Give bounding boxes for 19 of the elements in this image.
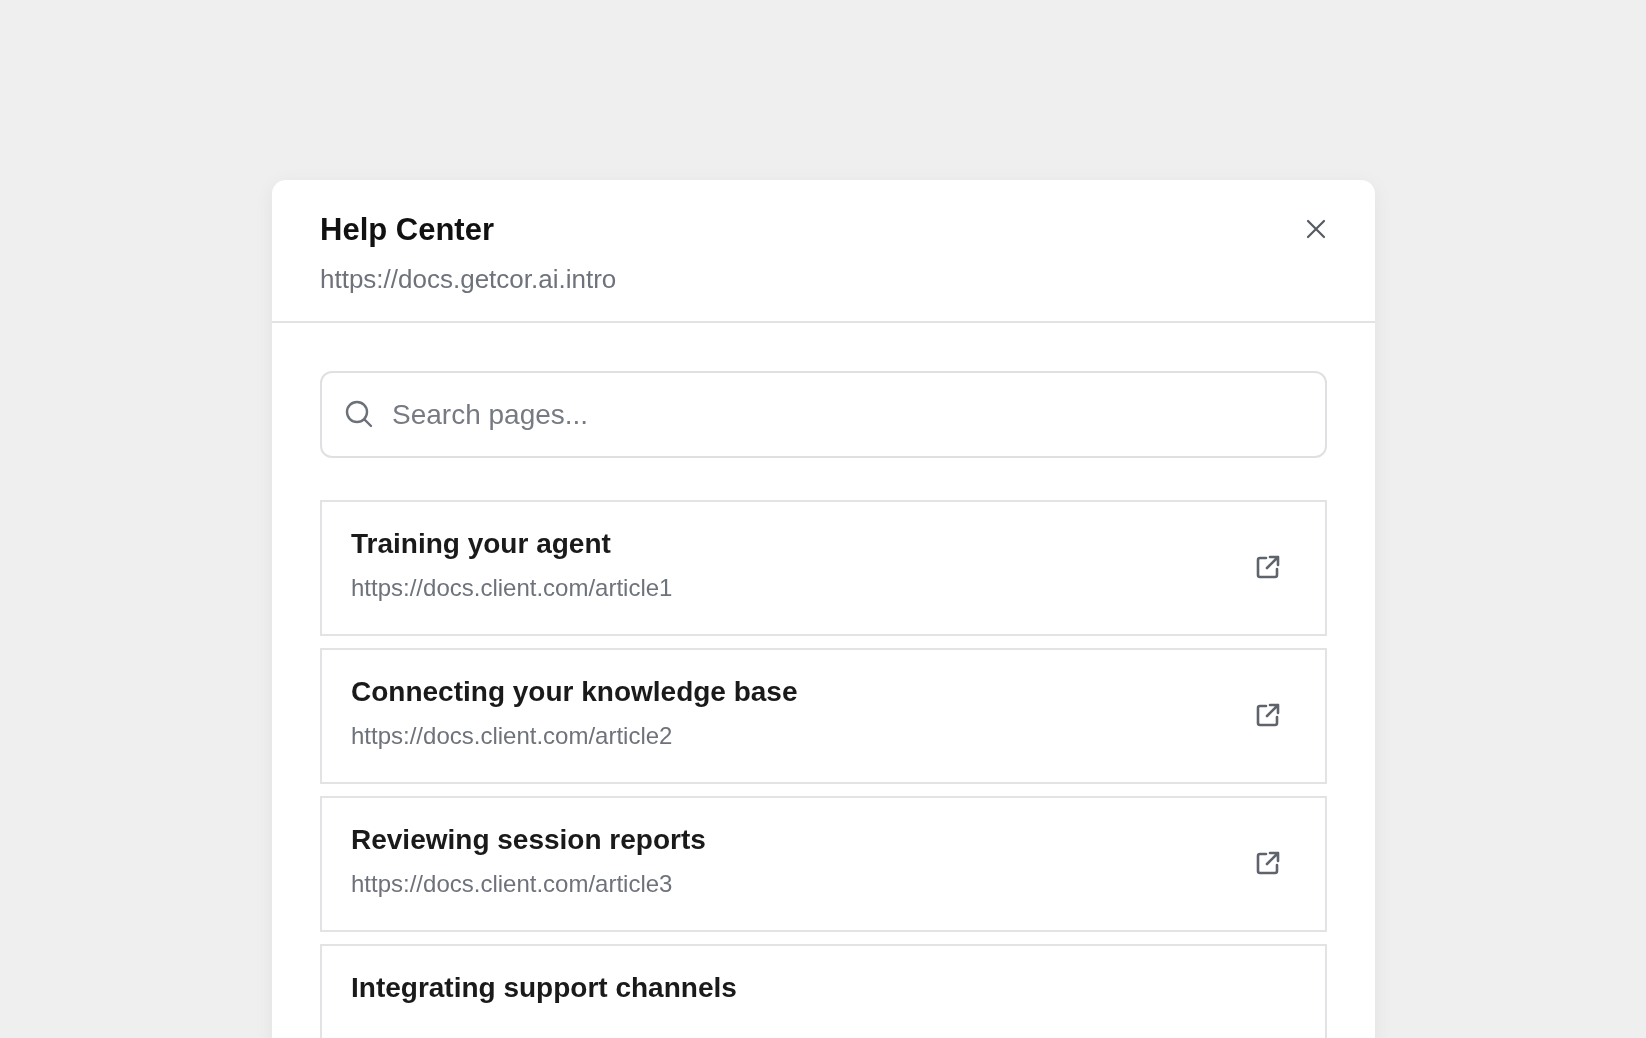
article-card[interactable]: Integrating support channels [320, 944, 1327, 1038]
dialog-title: Help Center [320, 211, 495, 249]
search-field[interactable]: Search pages... [320, 371, 1327, 459]
article-card[interactable]: Reviewing session reports https://docs.client.com/article3 [320, 796, 1327, 933]
search-icon [344, 399, 374, 430]
article-title: Integrating support channels [351, 972, 737, 1005]
external-link-icon[interactable] [1255, 702, 1281, 729]
article-title: Connecting your knowledge base [351, 676, 798, 709]
close-icon [1305, 218, 1327, 240]
article-card[interactable]: Training your agent https://docs.client.com/article1 [320, 500, 1327, 637]
article-url: https://docs.client.com/article2 [351, 722, 674, 751]
article-title: Training your agent [351, 528, 612, 561]
external-link-icon[interactable] [1255, 554, 1281, 581]
dialog-subtitle: https://docs.getcor.ai.intro [320, 264, 617, 296]
article-url: https://docs.client.com/article3 [351, 870, 674, 899]
article-title: Reviewing session reports [351, 824, 706, 857]
external-link-icon[interactable] [1255, 850, 1281, 877]
article-url: https://docs.client.com/article1 [351, 574, 673, 603]
article-card[interactable]: Connecting your knowledge base https://docs.client.com/article2 [320, 648, 1327, 785]
